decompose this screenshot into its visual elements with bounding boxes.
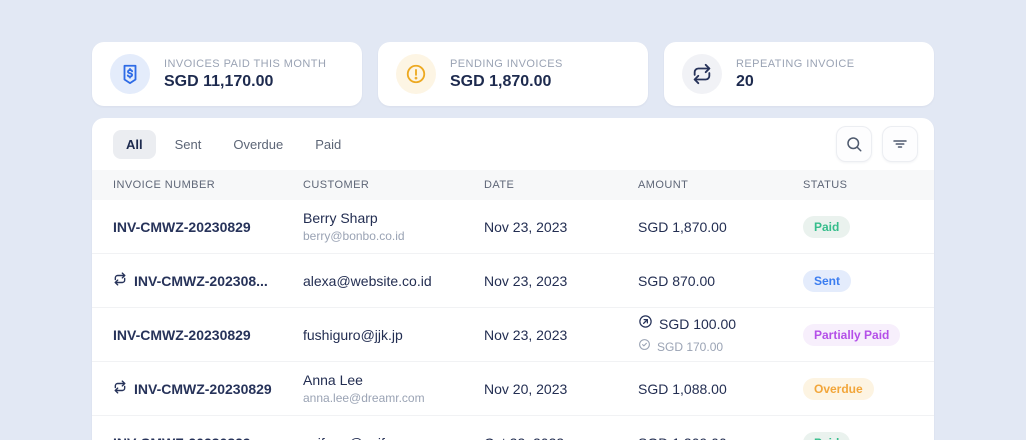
amount-cell: SGD 1,088.00 <box>638 381 803 397</box>
check-circle-icon <box>638 338 651 356</box>
customer-cell: suifarm@suifarm.co <box>303 435 484 440</box>
card-repeating-invoice: REPEATING INVOICE 20 <box>664 42 934 106</box>
table-row[interactable]: INV-CMWZ-202308... alexa@website.co.id N… <box>92 254 934 308</box>
search-button[interactable] <box>836 126 872 162</box>
customer-email: anna.lee@dreamr.com <box>303 391 425 405</box>
date-cell: Oct 23, 2023 <box>484 435 638 440</box>
card-label: PENDING INVOICES <box>450 57 563 70</box>
card-value: SGD 1,870.00 <box>450 72 552 90</box>
customer-cell: alexa@website.co.id <box>303 273 484 289</box>
column-header-customer: CUSTOMER <box>303 179 370 191</box>
amount-primary-line: SGD 100.00 <box>638 314 803 334</box>
invoice-number: INV-CMWZ-20230829 <box>113 435 251 440</box>
status-badge: Paid <box>803 431 851 440</box>
status-tabs: All Sent Overdue Paid <box>113 129 836 159</box>
amount-primary-line: SGD 1,088.00 <box>638 381 803 397</box>
amount-value: SGD 100.00 <box>659 315 737 332</box>
table-row[interactable]: INV-CMWZ-20230829 Berry Sharp berry@bonb… <box>92 200 934 254</box>
date-cell: Nov 23, 2023 <box>484 326 568 343</box>
column-header-invoice-number: INVOICE NUMBER <box>113 179 216 191</box>
tab-all[interactable]: All <box>113 129 156 159</box>
invoices-toolbar: All Sent Overdue Paid <box>92 118 934 170</box>
tab-overdue[interactable]: Overdue <box>220 130 296 159</box>
table-row[interactable]: INV-CMWZ-20230829 fushiguro@jjk.jp Nov 2… <box>92 308 934 362</box>
repeat-icon <box>113 380 127 397</box>
amount-primary-line: SGD 870.00 <box>638 273 803 289</box>
column-header-status: STATUS <box>803 179 848 191</box>
invoice-number: INV-CMWZ-202308... <box>134 272 268 289</box>
search-icon <box>845 135 863 153</box>
arrow-up-right-circle-icon <box>638 314 653 334</box>
amount-secondary-value: SGD 170.00 <box>657 339 724 354</box>
date-cell: Nov 20, 2023 <box>484 380 568 397</box>
status-badge: Partially Paid <box>803 323 901 346</box>
filter-icon <box>891 135 909 153</box>
customer-email: suifarm@suifarm.co <box>303 435 484 440</box>
card-label: REPEATING INVOICE <box>736 57 855 70</box>
alert-circle-icon <box>396 54 436 94</box>
table-row[interactable]: INV-CMWZ-20230829 suifarm@suifarm.co Oct… <box>92 416 934 440</box>
status-cell: Overdue <box>803 377 914 400</box>
date-cell: Nov 23, 2023 <box>484 218 568 235</box>
customer-email: berry@bonbo.co.id <box>303 229 405 243</box>
card-invoices-paid: INVOICES PAID THIS MONTH SGD 11,170.00 <box>92 42 362 106</box>
table-header: INVOICE NUMBER CUSTOMER DATE AMOUNT STAT… <box>92 170 934 200</box>
customer-cell: Anna Lee anna.lee@dreamr.com <box>303 372 484 405</box>
status-cell: Paid <box>803 215 914 238</box>
amount-cell: SGD 100.00 SGD 170.00 <box>638 314 803 356</box>
customer-name: Berry Sharp <box>303 210 378 226</box>
stat-cards: INVOICES PAID THIS MONTH SGD 11,170.00 P… <box>92 42 934 106</box>
invoice-number: INV-CMWZ-20230829 <box>113 326 251 343</box>
invoice-number-cell: INV-CMWZ-20230829 <box>113 435 303 440</box>
invoice-number: INV-CMWZ-20230829 <box>134 380 272 397</box>
amount-primary-line: SGD 1,870.00 <box>638 219 803 235</box>
invoice-number-cell: INV-CMWZ-20230829 <box>113 219 303 235</box>
column-header-amount: AMOUNT <box>638 179 689 191</box>
invoice-number-cell: INV-CMWZ-20230829 <box>113 327 303 343</box>
customer-cell: Berry Sharp berry@bonbo.co.id <box>303 210 484 243</box>
status-badge: Sent <box>803 269 852 292</box>
invoice-number-cell: INV-CMWZ-20230829 <box>113 380 303 397</box>
amount-value: SGD 1,088.00 <box>638 380 727 397</box>
status-badge: Overdue <box>803 377 874 400</box>
tab-paid[interactable]: Paid <box>302 130 354 159</box>
repeat-icon <box>682 54 722 94</box>
customer-cell: fushiguro@jjk.jp <box>303 327 484 343</box>
amount-value: SGD 870.00 <box>638 272 716 289</box>
repeat-icon <box>113 272 127 289</box>
customer-email: fushiguro@jjk.jp <box>303 326 403 343</box>
amount-value: SGD 1,309.00 <box>638 435 727 440</box>
tab-sent[interactable]: Sent <box>162 130 215 159</box>
amount-cell: SGD 1,309.00 <box>638 435 803 440</box>
invoice-number: INV-CMWZ-20230829 <box>113 218 251 235</box>
card-value: 20 <box>736 72 754 90</box>
amount-cell: SGD 1,870.00 <box>638 219 803 235</box>
date-cell: Nov 23, 2023 <box>484 272 568 289</box>
amount-primary-line: SGD 1,309.00 <box>638 435 803 440</box>
amount-secondary-line: SGD 170.00 <box>638 338 803 356</box>
customer-email: alexa@website.co.id <box>303 272 432 289</box>
invoices-page: INVOICES PAID THIS MONTH SGD 11,170.00 P… <box>0 0 1026 440</box>
column-header-date: DATE <box>484 179 515 191</box>
card-value: SGD 11,170.00 <box>164 72 274 90</box>
status-badge: Paid <box>803 215 851 238</box>
amount-cell: SGD 870.00 <box>638 273 803 289</box>
amount-value: SGD 1,870.00 <box>638 218 727 235</box>
card-pending-invoices: PENDING INVOICES SGD 1,870.00 <box>378 42 648 106</box>
table-body: INV-CMWZ-20230829 Berry Sharp berry@bonb… <box>92 200 934 440</box>
invoice-badge-icon <box>110 54 150 94</box>
table-row[interactable]: INV-CMWZ-20230829 Anna Lee anna.lee@drea… <box>92 362 934 416</box>
card-label: INVOICES PAID THIS MONTH <box>164 57 327 70</box>
status-cell: Paid <box>803 431 914 440</box>
filter-button[interactable] <box>882 126 918 162</box>
invoices-panel: All Sent Overdue Paid INVOICE NUMBER CUS… <box>92 118 934 440</box>
status-cell: Sent <box>803 269 914 292</box>
customer-name: Anna Lee <box>303 372 363 388</box>
invoice-number-cell: INV-CMWZ-202308... <box>113 272 303 289</box>
status-cell: Partially Paid <box>803 323 914 346</box>
